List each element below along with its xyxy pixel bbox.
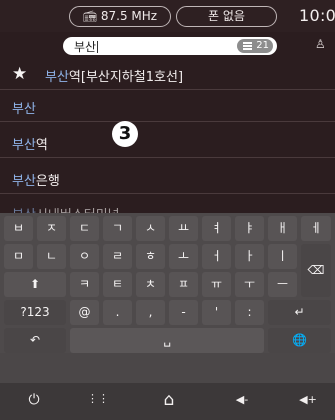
- status-bar: 📻︎87.5 MHz 폰 없음 10:05: [0, 0, 335, 32]
- apps-icon[interactable]: ⋮⋮: [86, 392, 110, 405]
- person-icon[interactable]: ♙: [315, 37, 326, 51]
- enter-key[interactable]: ↵: [268, 300, 331, 325]
- result-count-button[interactable]: 21: [237, 39, 273, 53]
- key[interactable]: ㅗ: [169, 244, 198, 269]
- system-bar: ⏻ ⋮⋮ ⌂ ◀- ◀+: [0, 383, 335, 420]
- key[interactable]: ㄷ: [70, 216, 99, 241]
- result-highlight: 부산: [45, 70, 69, 85]
- key[interactable]: .: [103, 300, 132, 325]
- phone-status-pill[interactable]: 폰 없음: [176, 6, 277, 27]
- search-query: 부산: [74, 40, 99, 54]
- backspace-key[interactable]: ⌫: [301, 244, 331, 297]
- text-cursor: [97, 41, 99, 53]
- key[interactable]: ㅂ: [4, 216, 33, 241]
- home-icon[interactable]: ⌂: [157, 390, 181, 410]
- key[interactable]: ㅡ: [268, 272, 297, 297]
- shift-key[interactable]: ⬆: [4, 272, 66, 297]
- key[interactable]: -: [169, 300, 198, 325]
- result-rest: 역: [35, 138, 48, 153]
- result-count: 21: [256, 40, 269, 51]
- key[interactable]: ㅜ: [235, 272, 264, 297]
- key[interactable]: ㅓ: [202, 244, 231, 269]
- key[interactable]: ㅌ: [103, 272, 132, 297]
- clock: 10:05: [299, 6, 335, 25]
- key[interactable]: ㅐ: [268, 216, 297, 241]
- key[interactable]: ㅋ: [70, 272, 99, 297]
- keyboard-bottom-spacer: [0, 353, 335, 383]
- radio-label: 87.5 MHz: [100, 9, 158, 23]
- key[interactable]: ㅊ: [136, 272, 165, 297]
- key[interactable]: ': [202, 300, 231, 325]
- result-item[interactable]: ★ 부산역[부산지하철1호선]: [0, 60, 335, 90]
- result-highlight: 부산: [12, 138, 36, 153]
- space-key[interactable]: ␣: [70, 328, 264, 353]
- key[interactable]: ㅣ: [268, 244, 297, 269]
- result-item[interactable]: 부산: [0, 92, 335, 122]
- key[interactable]: ㅠ: [202, 272, 231, 297]
- key[interactable]: ㅑ: [235, 216, 264, 241]
- radio-icon: 📻︎: [82, 10, 97, 23]
- key[interactable]: ㅔ: [301, 216, 331, 241]
- keyboard: ㅂ ㅈ ㄷ ㄱ ㅅ ㅛ ㅕ ㅑ ㅐ ㅔ ㅁ ㄴ ㅇ ㄹ ㅎ ㅗ ㅓ ㅏ ㅣ ⌫ …: [0, 213, 335, 353]
- key[interactable]: ㅛ: [169, 216, 198, 241]
- callout-badge: 3: [112, 121, 138, 147]
- key[interactable]: ㄹ: [103, 244, 132, 269]
- key[interactable]: ㄱ: [103, 216, 132, 241]
- key[interactable]: ㄴ: [37, 244, 66, 269]
- back-key[interactable]: ↶: [4, 328, 66, 353]
- result-rest: 역[부산지하철1호선]: [68, 70, 184, 85]
- key[interactable]: ㅈ: [37, 216, 66, 241]
- key[interactable]: ㅅ: [136, 216, 165, 241]
- power-icon[interactable]: ⏻: [22, 392, 46, 408]
- result-highlight: 부산: [12, 102, 36, 117]
- search-input[interactable]: 부산 21: [63, 37, 277, 55]
- radio-pill[interactable]: 📻︎ 87.5 MHz: [69, 6, 171, 27]
- star-icon: ★: [12, 64, 28, 84]
- key[interactable]: ㅕ: [202, 216, 231, 241]
- list-icon: [243, 42, 252, 50]
- key[interactable]: ㅇ: [70, 244, 99, 269]
- volume-up-icon[interactable]: ◀+: [293, 393, 323, 406]
- key[interactable]: :: [235, 300, 264, 325]
- result-item[interactable]: 부산역: [0, 128, 335, 158]
- key[interactable]: ㅁ: [4, 244, 33, 269]
- key[interactable]: ㅏ: [235, 244, 264, 269]
- key[interactable]: ㅎ: [136, 244, 165, 269]
- result-rest: 은행: [35, 174, 60, 189]
- symbols-key[interactable]: ?123: [4, 300, 66, 325]
- key[interactable]: ,: [136, 300, 165, 325]
- phone-status-label: 폰 없음: [208, 9, 245, 23]
- result-highlight: 부산: [12, 174, 36, 189]
- key[interactable]: ㅍ: [169, 272, 198, 297]
- globe-key[interactable]: 🌐: [268, 328, 331, 353]
- result-item[interactable]: 부산은행: [0, 164, 335, 194]
- key[interactable]: @: [70, 300, 99, 325]
- volume-down-icon[interactable]: ◀-: [227, 393, 257, 406]
